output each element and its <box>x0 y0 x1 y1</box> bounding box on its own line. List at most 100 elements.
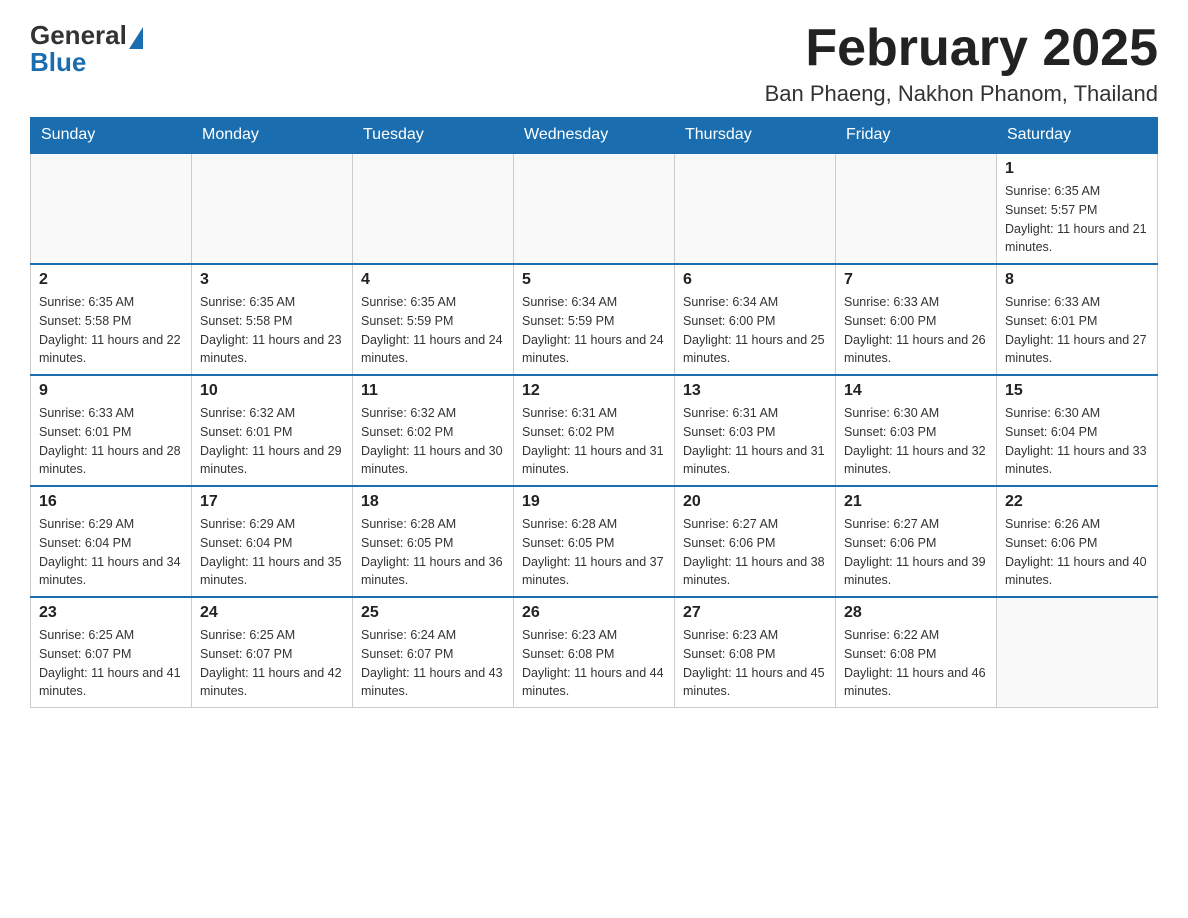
day-info: Sunrise: 6:26 AMSunset: 6:06 PMDaylight:… <box>1005 515 1149 590</box>
logo: General Blue <box>30 20 143 78</box>
day-number: 3 <box>200 271 344 289</box>
calendar-cell <box>31 153 192 264</box>
day-info: Sunrise: 6:23 AMSunset: 6:08 PMDaylight:… <box>522 626 666 701</box>
day-info: Sunrise: 6:33 AMSunset: 6:00 PMDaylight:… <box>844 293 988 368</box>
calendar-cell <box>514 153 675 264</box>
day-info: Sunrise: 6:30 AMSunset: 6:04 PMDaylight:… <box>1005 404 1149 479</box>
day-number: 26 <box>522 604 666 622</box>
calendar-cell: 4 Sunrise: 6:35 AMSunset: 5:59 PMDaylight… <box>353 264 514 375</box>
day-info: Sunrise: 6:29 AMSunset: 6:04 PMDaylight:… <box>200 515 344 590</box>
calendar-cell: 15 Sunrise: 6:30 AMSunset: 6:04 PMDayligh… <box>997 375 1158 486</box>
day-info: Sunrise: 6:30 AMSunset: 6:03 PMDaylight:… <box>844 404 988 479</box>
day-info: Sunrise: 6:24 AMSunset: 6:07 PMDaylight:… <box>361 626 505 701</box>
calendar-cell: 3 Sunrise: 6:35 AMSunset: 5:58 PMDaylight… <box>192 264 353 375</box>
day-number: 21 <box>844 493 988 511</box>
day-number: 14 <box>844 382 988 400</box>
calendar-cell: 8 Sunrise: 6:33 AMSunset: 6:01 PMDaylight… <box>997 264 1158 375</box>
day-info: Sunrise: 6:23 AMSunset: 6:08 PMDaylight:… <box>683 626 827 701</box>
day-number: 11 <box>361 382 505 400</box>
calendar-cell: 19 Sunrise: 6:28 AMSunset: 6:05 PMDayligh… <box>514 486 675 597</box>
weekday-header-tuesday: Tuesday <box>353 118 514 154</box>
weekday-header-monday: Monday <box>192 118 353 154</box>
day-info: Sunrise: 6:27 AMSunset: 6:06 PMDaylight:… <box>683 515 827 590</box>
day-info: Sunrise: 6:31 AMSunset: 6:02 PMDaylight:… <box>522 404 666 479</box>
calendar-cell: 9 Sunrise: 6:33 AMSunset: 6:01 PMDaylight… <box>31 375 192 486</box>
day-number: 24 <box>200 604 344 622</box>
day-info: Sunrise: 6:28 AMSunset: 6:05 PMDaylight:… <box>522 515 666 590</box>
calendar-cell: 16 Sunrise: 6:29 AMSunset: 6:04 PMDayligh… <box>31 486 192 597</box>
logo-blue-text: Blue <box>30 47 86 78</box>
calendar-cell: 7 Sunrise: 6:33 AMSunset: 6:00 PMDaylight… <box>836 264 997 375</box>
calendar-cell: 25Sunrise: 6:24 AMSunset: 6:07 PMDayligh… <box>353 597 514 708</box>
calendar-table: SundayMondayTuesdayWednesdayThursdayFrid… <box>30 117 1158 708</box>
day-number: 16 <box>39 493 183 511</box>
day-info: Sunrise: 6:34 AMSunset: 6:00 PMDaylight:… <box>683 293 827 368</box>
day-info: Sunrise: 6:35 AMSunset: 5:58 PMDaylight:… <box>200 293 344 368</box>
day-info: Sunrise: 6:25 AMSunset: 6:07 PMDaylight:… <box>200 626 344 701</box>
day-number: 9 <box>39 382 183 400</box>
day-info: Sunrise: 6:33 AMSunset: 6:01 PMDaylight:… <box>1005 293 1149 368</box>
day-info: Sunrise: 6:35 AMSunset: 5:58 PMDaylight:… <box>39 293 183 368</box>
weekday-header-thursday: Thursday <box>675 118 836 154</box>
day-number: 27 <box>683 604 827 622</box>
day-number: 28 <box>844 604 988 622</box>
calendar-cell <box>675 153 836 264</box>
calendar-cell: 23 Sunrise: 6:25 AMSunset: 6:07 PMDayligh… <box>31 597 192 708</box>
calendar-cell: 18 Sunrise: 6:28 AMSunset: 6:05 PMDayligh… <box>353 486 514 597</box>
calendar-cell: 22 Sunrise: 6:26 AMSunset: 6:06 PMDayligh… <box>997 486 1158 597</box>
calendar-cell: 20 Sunrise: 6:27 AMSunset: 6:06 PMDayligh… <box>675 486 836 597</box>
week-row-5: 23 Sunrise: 6:25 AMSunset: 6:07 PMDayligh… <box>31 597 1158 708</box>
location-title: Ban Phaeng, Nakhon Phanom, Thailand <box>765 81 1158 107</box>
day-number: 19 <box>522 493 666 511</box>
calendar-cell: 10Sunrise: 6:32 AMSunset: 6:01 PMDayligh… <box>192 375 353 486</box>
day-number: 22 <box>1005 493 1149 511</box>
title-section: February 2025 Ban Phaeng, Nakhon Phanom,… <box>765 20 1158 107</box>
calendar-cell: 12Sunrise: 6:31 AMSunset: 6:02 PMDayligh… <box>514 375 675 486</box>
day-info: Sunrise: 6:35 AMSunset: 5:57 PMDaylight:… <box>1005 182 1149 257</box>
calendar-cell <box>997 597 1158 708</box>
weekday-header-sunday: Sunday <box>31 118 192 154</box>
calendar-cell: 28Sunrise: 6:22 AMSunset: 6:08 PMDayligh… <box>836 597 997 708</box>
calendar-cell: 14 Sunrise: 6:30 AMSunset: 6:03 PMDayligh… <box>836 375 997 486</box>
calendar-cell: 6Sunrise: 6:34 AMSunset: 6:00 PMDaylight… <box>675 264 836 375</box>
day-number: 7 <box>844 271 988 289</box>
calendar-cell <box>836 153 997 264</box>
calendar-cell: 26 Sunrise: 6:23 AMSunset: 6:08 PMDayligh… <box>514 597 675 708</box>
day-number: 8 <box>1005 271 1149 289</box>
calendar-cell: 11 Sunrise: 6:32 AMSunset: 6:02 PMDayligh… <box>353 375 514 486</box>
day-info: Sunrise: 6:32 AMSunset: 6:01 PMDaylight:… <box>200 404 344 479</box>
month-title: February 2025 <box>765 20 1158 77</box>
calendar-cell: 21 Sunrise: 6:27 AMSunset: 6:06 PMDayligh… <box>836 486 997 597</box>
day-number: 23 <box>39 604 183 622</box>
day-number: 4 <box>361 271 505 289</box>
day-info: Sunrise: 6:27 AMSunset: 6:06 PMDaylight:… <box>844 515 988 590</box>
day-info: Sunrise: 6:25 AMSunset: 6:07 PMDaylight:… <box>39 626 183 701</box>
weekday-header-saturday: Saturday <box>997 118 1158 154</box>
day-number: 13 <box>683 382 827 400</box>
calendar-cell: 1 Sunrise: 6:35 AMSunset: 5:57 PMDaylight… <box>997 153 1158 264</box>
week-row-4: 16 Sunrise: 6:29 AMSunset: 6:04 PMDayligh… <box>31 486 1158 597</box>
week-row-2: 2 Sunrise: 6:35 AMSunset: 5:58 PMDaylight… <box>31 264 1158 375</box>
day-info: Sunrise: 6:31 AMSunset: 6:03 PMDaylight:… <box>683 404 827 479</box>
logo-triangle-icon <box>129 27 143 49</box>
day-info: Sunrise: 6:35 AMSunset: 5:59 PMDaylight:… <box>361 293 505 368</box>
week-row-1: 1 Sunrise: 6:35 AMSunset: 5:57 PMDaylight… <box>31 153 1158 264</box>
day-info: Sunrise: 6:29 AMSunset: 6:04 PMDaylight:… <box>39 515 183 590</box>
day-number: 2 <box>39 271 183 289</box>
day-info: Sunrise: 6:28 AMSunset: 6:05 PMDaylight:… <box>361 515 505 590</box>
day-info: Sunrise: 6:34 AMSunset: 5:59 PMDaylight:… <box>522 293 666 368</box>
calendar-cell: 24 Sunrise: 6:25 AMSunset: 6:07 PMDayligh… <box>192 597 353 708</box>
calendar-cell <box>192 153 353 264</box>
day-number: 20 <box>683 493 827 511</box>
day-number: 5 <box>522 271 666 289</box>
weekday-header-friday: Friday <box>836 118 997 154</box>
calendar-cell: 13 Sunrise: 6:31 AMSunset: 6:03 PMDayligh… <box>675 375 836 486</box>
day-number: 15 <box>1005 382 1149 400</box>
day-info: Sunrise: 6:32 AMSunset: 6:02 PMDaylight:… <box>361 404 505 479</box>
weekday-header-row: SundayMondayTuesdayWednesdayThursdayFrid… <box>31 118 1158 154</box>
calendar-cell: 5 Sunrise: 6:34 AMSunset: 5:59 PMDaylight… <box>514 264 675 375</box>
day-info: Sunrise: 6:33 AMSunset: 6:01 PMDaylight:… <box>39 404 183 479</box>
day-number: 18 <box>361 493 505 511</box>
day-number: 1 <box>1005 160 1149 178</box>
weekday-header-wednesday: Wednesday <box>514 118 675 154</box>
